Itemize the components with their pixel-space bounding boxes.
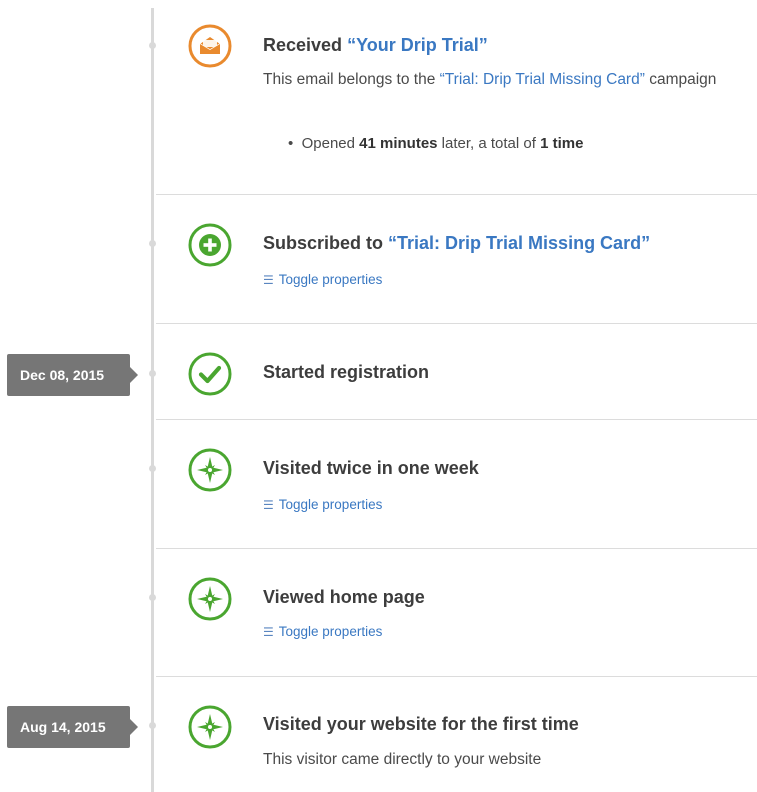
- bullet-dot: •: [288, 135, 302, 152]
- toggle-properties-button[interactable]: ☰ Toggle properties: [263, 624, 382, 639]
- list-icon: ☰: [263, 624, 274, 639]
- date-badge: Aug 14, 2015: [7, 706, 138, 748]
- plus-circle-icon: [188, 223, 232, 267]
- list-icon: ☰: [263, 272, 274, 287]
- toggle-label: Toggle properties: [278, 497, 383, 512]
- event-title: Visited twice in one week: [263, 458, 479, 478]
- event-title: Started registration: [263, 362, 430, 382]
- timeline-node: [149, 465, 156, 472]
- bullet-text: later, a total of: [437, 135, 541, 152]
- event-description: This visitor came directly to your websi…: [263, 751, 542, 768]
- event-title: Viewed home page: [263, 587, 425, 607]
- timeline-event-visited-twice: Visited twice in one week ☰ Toggle proper…: [156, 420, 757, 549]
- event-description: This email belongs to the “Trial: Drip T…: [263, 66, 733, 93]
- description-text: This email belongs to the: [263, 71, 440, 88]
- description-text: campaign: [644, 71, 717, 88]
- bullet-bold-text: 1 time: [540, 135, 584, 152]
- campaign-link[interactable]: “Trial: Drip Trial Missing Card”: [388, 233, 650, 253]
- compass-icon: [188, 448, 232, 492]
- date-badge: Dec 08, 2015: [7, 354, 138, 396]
- event-title-text: Subscribed to: [263, 233, 389, 253]
- list-icon: ☰: [263, 497, 274, 512]
- toggle-properties-button[interactable]: ☰ Toggle properties: [263, 272, 382, 287]
- email-link[interactable]: “Your Drip Trial”: [347, 35, 488, 55]
- timeline-node: [149, 42, 156, 49]
- toggle-label: Toggle properties: [278, 272, 383, 287]
- compass-icon: [188, 705, 232, 749]
- timeline-node: [149, 594, 156, 601]
- timeline-event-started-registration: Started registration: [156, 324, 757, 420]
- compass-icon: [188, 577, 232, 621]
- bullet-bold-text: 41 minutes: [359, 135, 438, 152]
- envelope-open-icon: [188, 24, 232, 68]
- event-title: Received “Your Drip Trial”: [263, 35, 488, 56]
- open-stats-bullet: • Opened 41 minutes later, a total of 1 …: [288, 135, 583, 152]
- campaign-link[interactable]: “Trial: Drip Trial Missing Card”: [440, 71, 645, 88]
- timeline-event-viewed-home-page: Viewed home page ☰ Toggle properties: [156, 549, 757, 677]
- event-title: Visited your website for the first time: [263, 714, 579, 734]
- toggle-properties-button[interactable]: ☰ Toggle properties: [263, 497, 382, 512]
- checkmark-circle-icon: [188, 352, 232, 396]
- event-title: Subscribed to “Trial: Drip Trial Missing…: [263, 233, 650, 254]
- timeline-line: [151, 8, 154, 792]
- event-title-text: Received: [263, 35, 348, 55]
- timeline-event-first-visit: Visited your website for the first time …: [156, 677, 757, 792]
- toggle-label: Toggle properties: [278, 624, 383, 639]
- bullet-text: Opened: [301, 135, 360, 152]
- timeline-node: [149, 370, 156, 377]
- timeline-event-received-email: Received “Your Drip Trial” This email be…: [156, 0, 757, 195]
- timeline-node: [149, 240, 156, 247]
- timeline-event-subscribed: Subscribed to “Trial: Drip Trial Missing…: [156, 195, 757, 324]
- timeline-node: [149, 722, 156, 729]
